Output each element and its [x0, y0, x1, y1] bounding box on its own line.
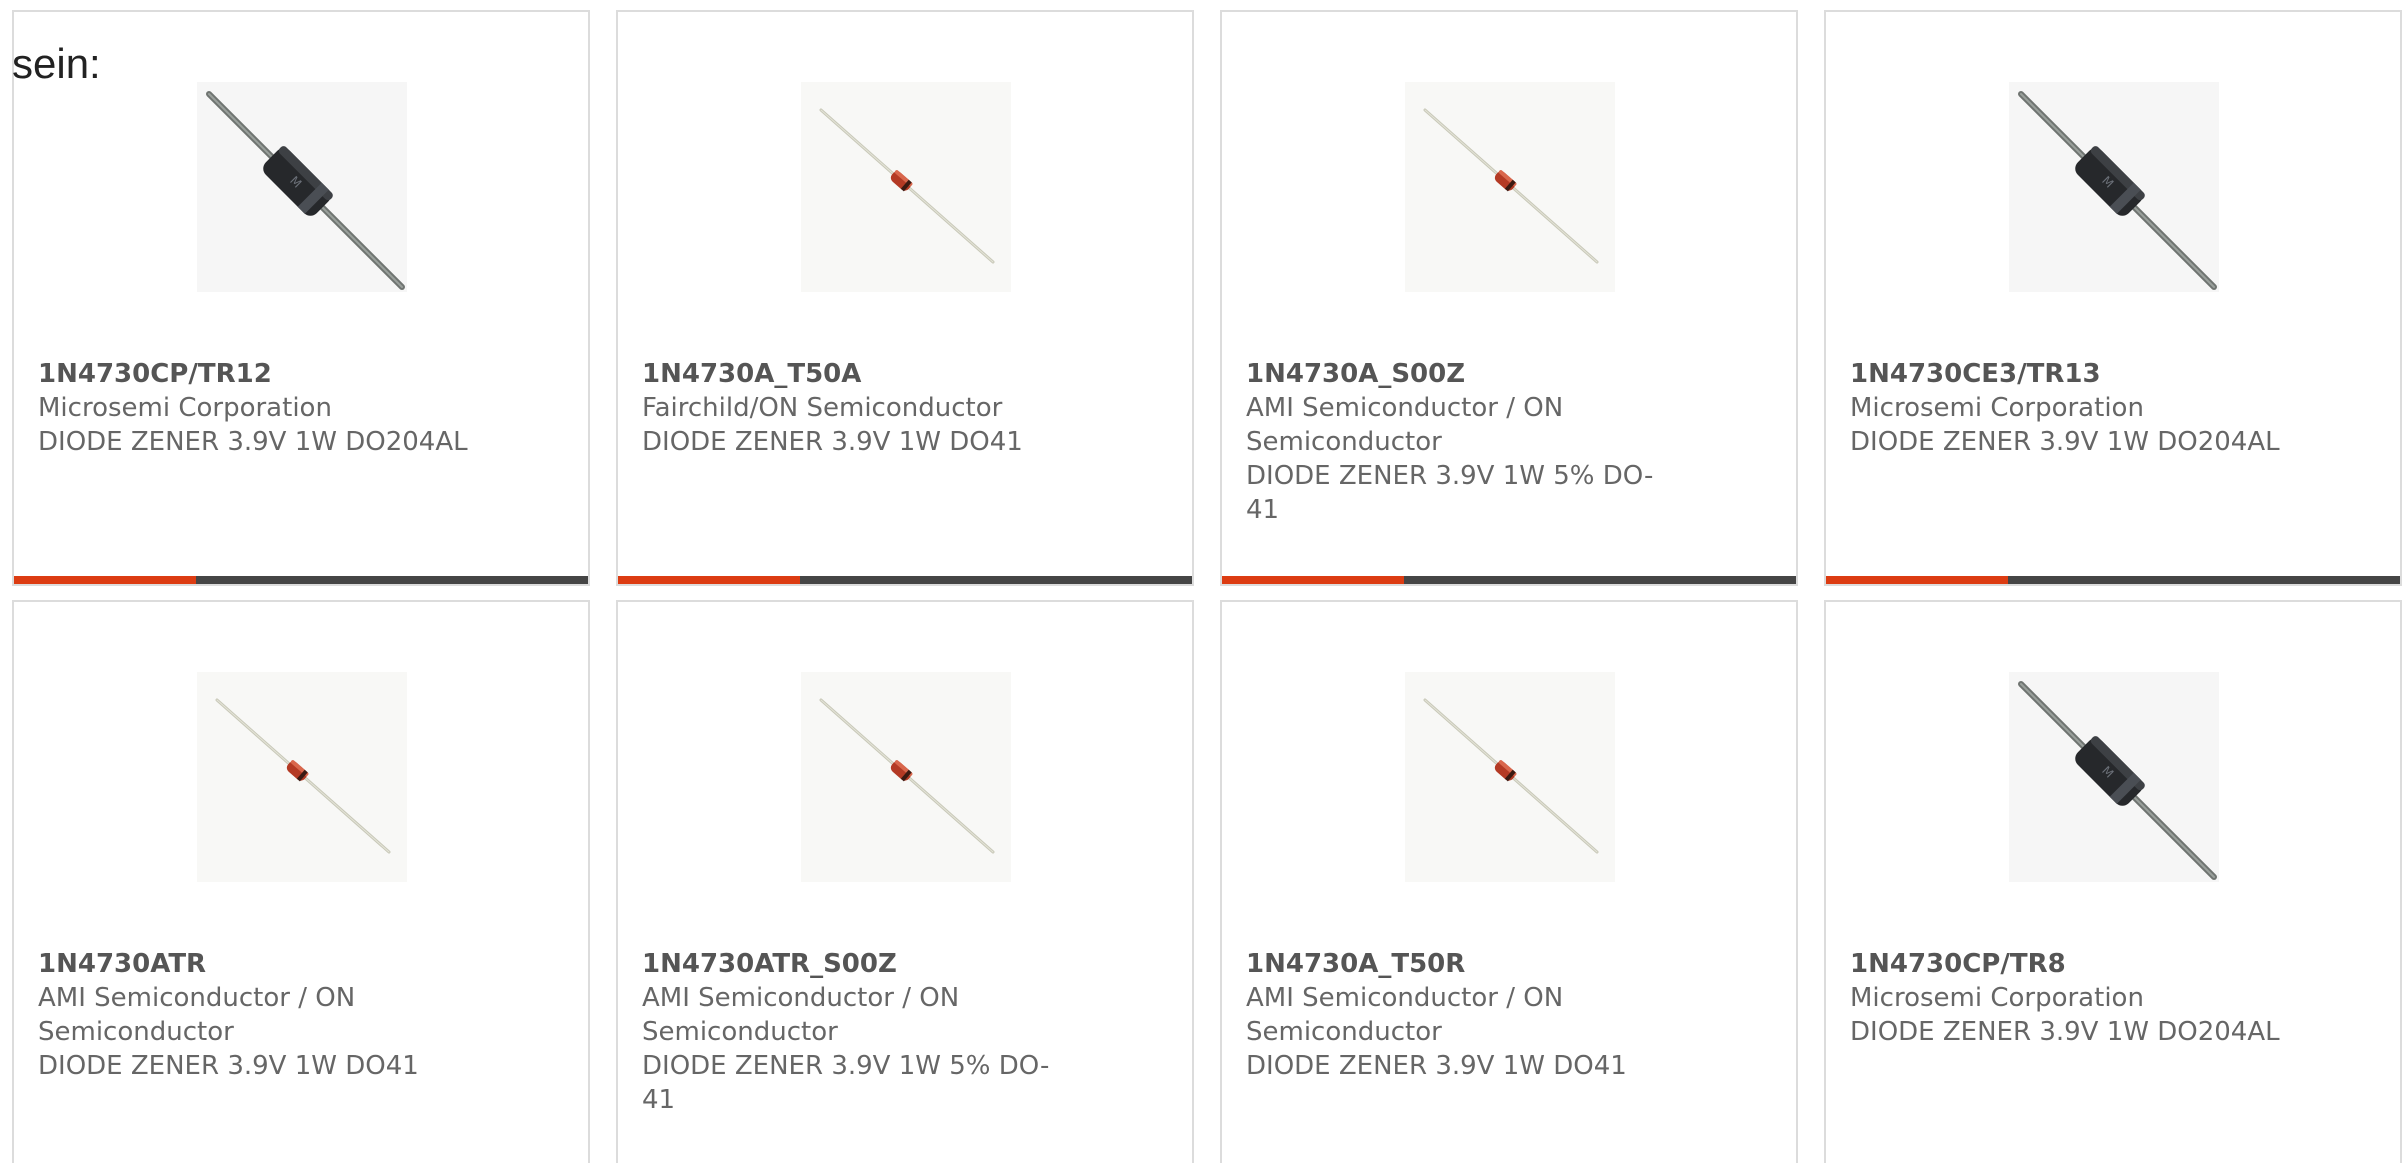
product-info: 1N4730ATR_S00Z AMI Semiconductor / ON Se… — [642, 947, 1082, 1117]
do41-diode-image[interactable] — [801, 672, 1011, 882]
product-card[interactable]: 1N4730CE3/TR13 Microsemi Corporation DIO… — [1824, 10, 2402, 586]
product-info: 1N4730ATR AMI Semiconductor / ON Semicon… — [38, 947, 478, 1083]
manufacturer: Microsemi Corporation — [1850, 393, 2144, 423]
do41-diode-image[interactable] — [801, 82, 1011, 292]
manufacturer: Microsemi Corporation — [38, 393, 332, 423]
part-number-link[interactable]: 1N4730CE3/TR13 — [1850, 357, 2290, 391]
card-bottom-bar — [1826, 576, 2400, 584]
do204al-diode-image[interactable] — [2009, 82, 2219, 292]
product-card[interactable]: 1N4730A_T50A Fairchild/ON Semiconductor … — [616, 10, 1194, 586]
do41-diode-image[interactable] — [197, 672, 407, 882]
product-info: 1N4730A_T50A Fairchild/ON Semiconductor … — [642, 357, 1082, 459]
product-card[interactable]: 1N4730A_S00Z AMI Semiconductor / ON Semi… — [1220, 10, 1798, 586]
product-info: 1N4730CP/TR12 Microsemi Corporation DIOD… — [38, 357, 478, 459]
manufacturer: AMI Semiconductor / ON Semiconductor — [1246, 983, 1564, 1047]
do204al-diode-image[interactable] — [2009, 672, 2219, 882]
card-bottom-bar — [14, 576, 588, 584]
part-number-link[interactable]: 1N4730CP/TR12 — [38, 357, 478, 391]
do41-diode-image[interactable] — [1405, 672, 1615, 882]
product-card[interactable]: 1N4730ATR_S00Z AMI Semiconductor / ON Se… — [616, 600, 1194, 1163]
product-card[interactable]: 1N4730CP/TR8 Microsemi Corporation DIODE… — [1824, 600, 2402, 1163]
description: DIODE ZENER 3.9V 1W DO41 — [642, 427, 1023, 457]
product-grid-page: sein: 1N4730CP/TR12 Microsemi Corporatio… — [0, 0, 2405, 1163]
description: DIODE ZENER 3.9V 1W 5% DO-41 — [1246, 461, 1654, 525]
card-accent-bar — [1826, 576, 2008, 584]
part-number-link[interactable]: 1N4730A_S00Z — [1246, 357, 1686, 391]
product-card[interactable]: 1N4730ATR AMI Semiconductor / ON Semicon… — [12, 600, 590, 1163]
product-info: 1N4730A_T50R AMI Semiconductor / ON Semi… — [1246, 947, 1686, 1083]
manufacturer: Fairchild/ON Semiconductor — [642, 393, 1003, 423]
card-accent-bar — [14, 576, 196, 584]
part-number-link[interactable]: 1N4730CP/TR8 — [1850, 947, 2290, 981]
description: DIODE ZENER 3.9V 1W DO204AL — [1850, 427, 2280, 457]
card-accent-bar — [1222, 576, 1404, 584]
manufacturer: AMI Semiconductor / ON Semiconductor — [1246, 393, 1564, 457]
product-info: 1N4730A_S00Z AMI Semiconductor / ON Semi… — [1246, 357, 1686, 527]
manufacturer: AMI Semiconductor / ON Semiconductor — [642, 983, 960, 1047]
card-bottom-bar — [618, 576, 1192, 584]
product-card[interactable]: 1N4730A_T50R AMI Semiconductor / ON Semi… — [1220, 600, 1798, 1163]
description: DIODE ZENER 3.9V 1W 5% DO-41 — [642, 1051, 1050, 1115]
part-number-link[interactable]: 1N4730ATR — [38, 947, 478, 981]
card-accent-bar — [618, 576, 800, 584]
part-number-link[interactable]: 1N4730A_T50A — [642, 357, 1082, 391]
description: DIODE ZENER 3.9V 1W DO204AL — [38, 427, 468, 457]
do204al-diode-image[interactable] — [197, 82, 407, 292]
card-bottom-bar — [1222, 576, 1796, 584]
manufacturer: Microsemi Corporation — [1850, 983, 2144, 1013]
description: DIODE ZENER 3.9V 1W DO204AL — [1850, 1017, 2280, 1047]
product-info: 1N4730CE3/TR13 Microsemi Corporation DIO… — [1850, 357, 2290, 459]
description: DIODE ZENER 3.9V 1W DO41 — [38, 1051, 419, 1081]
part-number-link[interactable]: 1N4730A_T50R — [1246, 947, 1686, 981]
product-card[interactable]: 1N4730CP/TR12 Microsemi Corporation DIOD… — [12, 10, 590, 586]
part-number-link[interactable]: 1N4730ATR_S00Z — [642, 947, 1082, 981]
manufacturer: AMI Semiconductor / ON Semiconductor — [38, 983, 356, 1047]
description: DIODE ZENER 3.9V 1W DO41 — [1246, 1051, 1627, 1081]
do41-diode-image[interactable] — [1405, 82, 1615, 292]
product-info: 1N4730CP/TR8 Microsemi Corporation DIODE… — [1850, 947, 2290, 1049]
intro-text: sein: — [12, 40, 101, 87]
